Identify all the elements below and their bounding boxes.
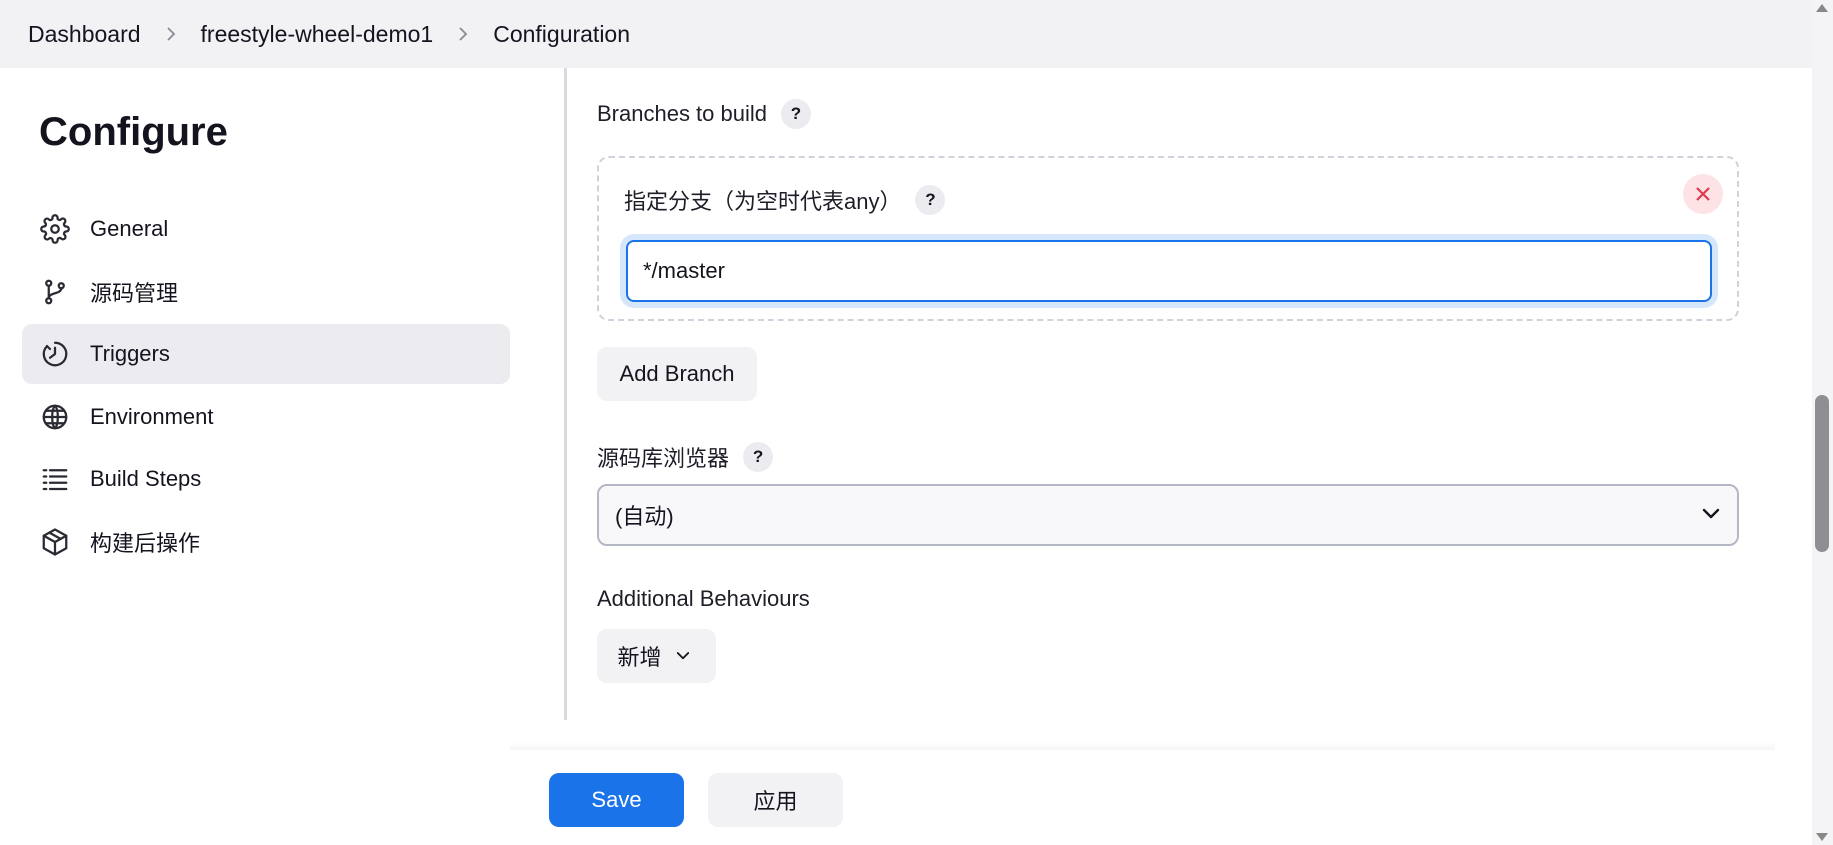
breadcrumb-configuration[interactable]: Configuration — [493, 21, 630, 48]
sidebar-item-build-steps[interactable]: Build Steps — [22, 449, 510, 509]
sidebar-item-post-build[interactable]: 构建后操作 — [22, 512, 510, 572]
close-icon — [1696, 187, 1710, 201]
globe-icon — [40, 402, 70, 432]
chevron-right-icon — [457, 25, 469, 43]
gear-icon — [40, 214, 70, 244]
git-branch-icon — [40, 277, 70, 307]
help-icon[interactable]: ? — [781, 99, 811, 129]
breadcrumb-dashboard[interactable]: Dashboard — [28, 21, 141, 48]
add-branch-button[interactable]: Add Branch — [597, 347, 757, 401]
section-divider — [564, 68, 567, 720]
bottom-bar-shadow — [510, 742, 1775, 750]
sidebar-item-scm[interactable]: 源码管理 — [22, 262, 510, 322]
apply-button[interactable]: 应用 — [708, 773, 843, 827]
breadcrumb-job[interactable]: freestyle-wheel-demo1 — [201, 21, 434, 48]
branches-to-build-label: Branches to build — [597, 101, 767, 126]
add-new-label: 新增 — [617, 645, 662, 670]
chevron-right-icon — [165, 25, 177, 43]
additional-behaviours-label: Additional Behaviours — [597, 586, 810, 611]
scrollbar[interactable] — [1812, 0, 1833, 845]
branch-specifier-label: 指定分支（为空时代表any） — [624, 189, 902, 214]
package-icon — [40, 527, 70, 557]
help-icon[interactable]: ? — [743, 442, 774, 472]
sidebar-item-triggers[interactable]: Triggers — [22, 324, 510, 384]
repo-browser-label-row: 源码库浏览器 ? — [597, 441, 774, 473]
sidebar-item-label: General — [90, 216, 169, 241]
scroll-up-icon[interactable] — [1816, 4, 1828, 12]
repo-browser-select[interactable]: (自动) — [597, 484, 1739, 546]
sidebar-item-label: 源码管理 — [90, 280, 179, 306]
chevron-down-icon — [674, 647, 692, 665]
scroll-down-icon[interactable] — [1816, 833, 1828, 841]
list-icon — [40, 464, 70, 494]
sidebar-nav: General 源码管理 Triggers Environment Build … — [22, 199, 510, 574]
sidebar-item-general[interactable]: General — [22, 199, 510, 259]
repo-browser-selected-value: (自动) — [615, 504, 674, 529]
additional-behaviours-label-row: Additional Behaviours — [597, 586, 810, 612]
clock-icon — [40, 339, 70, 369]
sidebar-item-label: Build Steps — [90, 466, 202, 491]
sidebar-item-label: Triggers — [90, 341, 170, 366]
repo-browser-label: 源码库浏览器 — [597, 446, 730, 471]
sidebar-item-label: Environment — [90, 403, 214, 429]
breadcrumb: Dashboard freestyle-wheel-demo1 Configur… — [0, 0, 1812, 68]
scrollbar-thumb[interactable] — [1815, 395, 1829, 552]
page-title: Configure — [39, 110, 228, 154]
sidebar-item-environment[interactable]: Environment — [22, 387, 510, 447]
branch-specifier-label-row: 指定分支（为空时代表any） ? — [624, 184, 946, 216]
sidebar-item-label: 构建后操作 — [90, 530, 201, 556]
save-button[interactable]: Save — [549, 773, 684, 827]
remove-branch-button[interactable] — [1683, 174, 1723, 214]
add-behaviour-dropdown-button[interactable]: 新增 — [597, 629, 716, 683]
help-icon[interactable]: ? — [915, 185, 946, 215]
branches-to-build-label-row: Branches to build ? — [597, 99, 811, 129]
chevron-down-icon — [1699, 502, 1723, 532]
branch-specifier-input[interactable] — [626, 240, 1712, 302]
branch-spec-box: 指定分支（为空时代表any） ? — [597, 156, 1739, 321]
